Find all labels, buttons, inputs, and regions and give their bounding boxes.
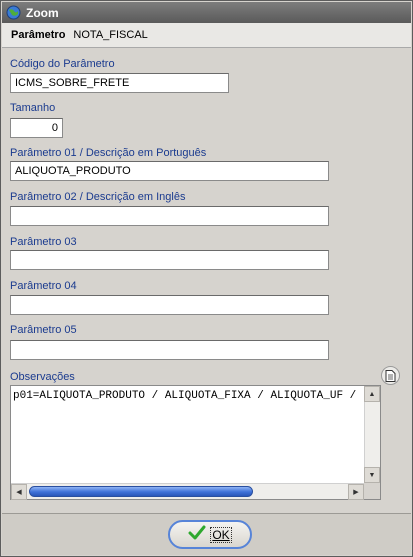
document-icon[interactable] xyxy=(381,366,400,385)
scrollbar-corner xyxy=(364,483,380,499)
observacoes-textarea[interactable]: p01=ALIQUOTA_PRODUTO / ALIQUOTA_FIXA / A… xyxy=(10,385,381,500)
tamanho-field[interactable]: 0 xyxy=(10,118,63,138)
title-bar[interactable]: Zoom xyxy=(2,2,411,23)
parameter-header: Parâmetro NOTA_FISCAL xyxy=(2,23,411,48)
ok-button[interactable]: OK xyxy=(168,520,252,549)
param01-label: Parâmetro 01 / Descrição em Português xyxy=(10,147,207,159)
param02-field[interactable] xyxy=(10,206,329,226)
observacoes-text[interactable]: p01=ALIQUOTA_PRODUTO / ALIQUOTA_FIXA / A… xyxy=(13,390,362,402)
window-title: Zoom xyxy=(26,5,59,20)
horizontal-scrollbar[interactable]: ◀ ▶ xyxy=(11,483,364,500)
parameter-header-label: Parâmetro xyxy=(11,29,66,41)
codigo-field[interactable]: ICMS_SOBRE_FRETE xyxy=(10,73,229,93)
param03-label: Parâmetro 03 xyxy=(10,236,77,248)
param02-label: Parâmetro 02 / Descrição em Inglês xyxy=(10,191,186,203)
parameter-header-value: NOTA_FISCAL xyxy=(73,29,148,41)
vertical-scrollbar[interactable]: ▲ ▼ xyxy=(364,386,380,483)
button-bar: OK xyxy=(2,513,411,555)
horizontal-scroll-thumb[interactable] xyxy=(29,486,253,497)
param05-field[interactable] xyxy=(10,340,329,360)
param03-field[interactable] xyxy=(10,250,329,270)
param04-field[interactable] xyxy=(10,295,329,315)
scroll-down-arrow-icon[interactable]: ▼ xyxy=(364,467,380,483)
ok-button-label: OK xyxy=(210,526,232,543)
observacoes-label: Observações xyxy=(10,371,75,383)
globe-icon xyxy=(6,5,21,20)
param05-label: Parâmetro 05 xyxy=(10,324,77,336)
param01-field[interactable]: ALIQUOTA_PRODUTO xyxy=(10,161,329,181)
scroll-left-arrow-icon[interactable]: ◀ xyxy=(11,484,27,500)
zoom-window: Zoom Parâmetro NOTA_FISCAL Código do Par… xyxy=(0,0,413,557)
scroll-up-arrow-icon[interactable]: ▲ xyxy=(364,386,380,402)
scroll-right-arrow-icon[interactable]: ▶ xyxy=(348,484,364,500)
tamanho-label: Tamanho xyxy=(10,102,56,114)
codigo-label: Código do Parâmetro xyxy=(10,58,115,70)
checkmark-icon xyxy=(188,525,206,544)
param04-label: Parâmetro 04 xyxy=(10,280,77,292)
